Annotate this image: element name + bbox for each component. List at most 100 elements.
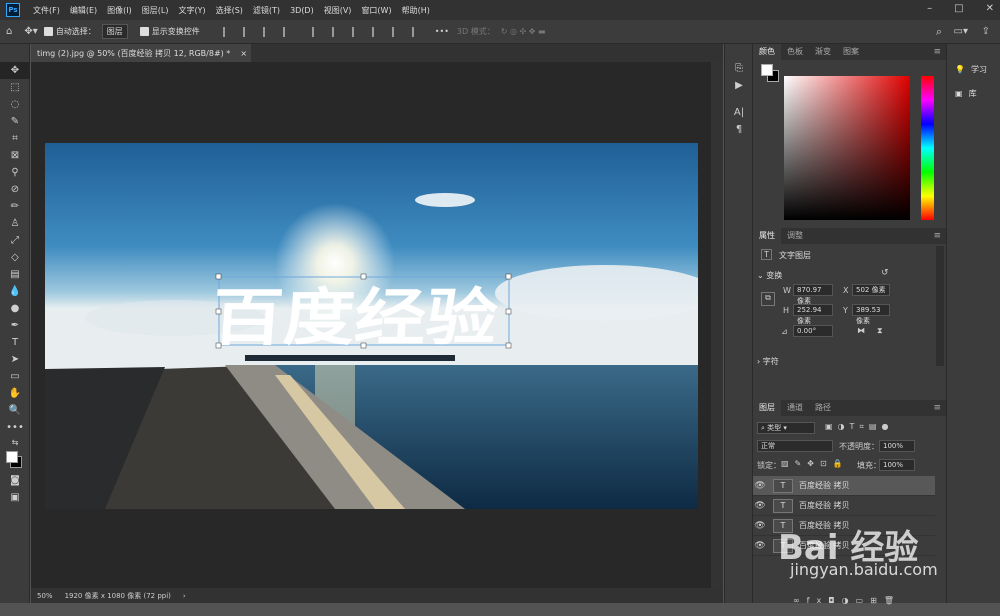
color-swatches[interactable] — [0, 448, 29, 472]
eyedropper-icon[interactable]: ⚲ — [0, 164, 30, 181]
status-menu-arrow[interactable]: › — [177, 592, 192, 600]
menu-image[interactable]: 图像(I) — [102, 5, 137, 16]
more-options-icon[interactable]: ••• — [435, 27, 449, 36]
dodge-tool-icon[interactable]: ● — [0, 300, 30, 317]
flip-horizontal-icon[interactable]: ⧓ — [857, 326, 865, 335]
angle-field[interactable]: 0.00° — [793, 325, 833, 337]
tab-swatches[interactable]: 色板 — [781, 44, 809, 60]
align-center-icon[interactable] — [242, 26, 253, 37]
reset-icon[interactable]: ↺ — [881, 268, 889, 278]
menu-type[interactable]: 文字(Y) — [173, 5, 210, 16]
y-field[interactable]: 389.53 像素 — [852, 304, 890, 325]
eye-icon[interactable]: 👁 — [753, 481, 767, 491]
eraser-tool-icon[interactable]: ◇ — [0, 249, 30, 266]
align-right-icon[interactable] — [262, 26, 273, 37]
menu-filter[interactable]: 滤镜(T) — [248, 5, 285, 16]
panel-menu-icon[interactable]: ≡ — [933, 403, 941, 413]
close-tab-icon[interactable]: × — [240, 49, 247, 58]
fx-icon[interactable]: fx — [807, 596, 829, 605]
new-layer-icon[interactable]: ⊞ — [870, 596, 884, 605]
workspace-icon[interactable]: ▭▾ — [954, 26, 968, 37]
character-panel-icon[interactable]: A| — [725, 104, 753, 121]
distribute-v-icon[interactable] — [371, 26, 382, 37]
auto-select-dropdown[interactable]: 图层 — [101, 24, 128, 39]
adjustment-icon[interactable]: ◑ — [842, 596, 856, 605]
foreground-color-swatch[interactable] — [761, 64, 773, 76]
stamp-tool-icon[interactable]: ♙ — [0, 215, 30, 232]
menu-edit[interactable]: 编辑(E) — [65, 5, 102, 16]
path-select-icon[interactable]: ➤ — [0, 351, 30, 368]
frame-tool-icon[interactable]: ⊠ — [0, 147, 30, 164]
menu-layer[interactable]: 图层(L) — [137, 5, 174, 16]
mask-icon[interactable]: ◘ — [828, 596, 841, 605]
marquee-tool-icon[interactable]: ⬚ — [0, 79, 30, 96]
learn-button[interactable]: 💡 学习 — [947, 60, 1000, 78]
transform-section-header[interactable]: ⌄ 变换 — [757, 270, 782, 281]
distribute-spacing-icon[interactable] — [411, 26, 422, 37]
tab-color[interactable]: 颜色 — [753, 44, 781, 60]
document-tab[interactable]: timg (2).jpg @ 50% (百度经验 拷贝 12, RGB/8#) … — [31, 44, 251, 62]
color-field[interactable] — [784, 76, 910, 220]
opacity-field[interactable]: 100% — [879, 440, 915, 452]
align-left-icon[interactable] — [222, 26, 233, 37]
distribute-icon[interactable] — [282, 26, 293, 37]
home-icon[interactable]: ⌂ — [6, 26, 12, 37]
pen-tool-icon[interactable]: ✒ — [0, 317, 30, 334]
image-canvas[interactable]: 百度经验 — [45, 143, 698, 509]
move-tool-icon[interactable]: ✥ — [0, 62, 30, 79]
3d-orbit-icon[interactable]: ↻ ◎ ✣ ✥ ▬ — [501, 27, 546, 36]
show-transform-checkbox[interactable] — [139, 27, 149, 36]
group-icon[interactable]: ▭ — [856, 596, 871, 605]
quick-mask-icon[interactable]: ◙ — [0, 472, 30, 489]
share-icon[interactable]: ⇪ — [982, 26, 990, 37]
hand-tool-icon[interactable]: ✋ — [0, 385, 30, 402]
move-tool-icon[interactable]: ✥▾ — [24, 26, 37, 37]
actions-panel-icon[interactable]: ▶ — [725, 77, 753, 94]
blur-tool-icon[interactable]: 💧 — [0, 283, 30, 300]
character-section-header[interactable]: › 字符 — [757, 356, 779, 367]
align-bottom-icon[interactable] — [351, 26, 362, 37]
eye-icon[interactable]: 👁 — [753, 541, 767, 551]
eye-icon[interactable]: 👁 — [753, 501, 767, 511]
tab-paths[interactable]: 路径 — [809, 400, 837, 416]
panel-menu-icon[interactable]: ≡ — [933, 47, 941, 57]
tab-adjustments[interactable]: 调整 — [781, 228, 809, 244]
default-colors-icon[interactable]: ⇆ — [0, 436, 30, 448]
tab-properties[interactable]: 属性 — [753, 228, 781, 244]
x-field[interactable]: 502 像素 — [852, 284, 890, 296]
tab-channels[interactable]: 通道 — [781, 400, 809, 416]
layer-filter-dropdown[interactable]: ⌕ 类型 ▾ — [757, 422, 815, 434]
delete-layer-icon[interactable]: 🗑 — [884, 596, 901, 605]
crop-tool-icon[interactable]: ⌗ — [0, 130, 30, 147]
eye-icon[interactable]: 👁 — [753, 521, 767, 531]
edit-toolbar-icon[interactable]: ••• — [0, 419, 30, 436]
tab-gradients[interactable]: 渐变 — [809, 44, 837, 60]
tab-patterns[interactable]: 图案 — [837, 44, 865, 60]
link-dimensions-icon[interactable]: ⧉ — [761, 292, 775, 306]
layer-row[interactable]: 👁 T 百度经验 拷贝 — [753, 476, 935, 496]
tab-layers[interactable]: 图层 — [753, 400, 781, 416]
blend-mode-dropdown[interactable]: 正常 — [757, 440, 833, 452]
menu-view[interactable]: 视图(V) — [319, 5, 357, 16]
history-panel-icon[interactable]: ⎘ — [725, 60, 753, 77]
quick-select-icon[interactable]: ✎ — [0, 113, 30, 130]
minimize-button[interactable]: – — [927, 3, 932, 14]
distribute-h-icon[interactable] — [391, 26, 402, 37]
library-button[interactable]: ▣ 库 — [947, 84, 1000, 102]
healing-brush-icon[interactable]: ⊘ — [0, 181, 30, 198]
paragraph-panel-icon[interactable]: ¶ — [725, 121, 753, 138]
layer-row[interactable]: 👁 T 百度经验 拷贝 — [753, 496, 935, 516]
menu-help[interactable]: 帮助(H) — [397, 5, 435, 16]
history-brush-icon[interactable]: ⤢ — [0, 232, 30, 249]
vertical-scrollbar[interactable] — [711, 62, 723, 588]
filter-icons[interactable]: ▣◑T⌗▤● — [825, 422, 893, 432]
lasso-tool-icon[interactable]: ◌ — [0, 96, 30, 113]
align-middle-icon[interactable] — [331, 26, 342, 37]
auto-select-checkbox[interactable] — [43, 27, 53, 36]
fill-field[interactable]: 100% — [879, 459, 915, 471]
rectangle-tool-icon[interactable]: ▭ — [0, 368, 30, 385]
align-top-icon[interactable] — [311, 26, 322, 37]
menu-3d[interactable]: 3D(D) — [285, 6, 319, 15]
properties-scrollbar[interactable] — [936, 246, 944, 366]
brush-tool-icon[interactable]: ✏ — [0, 198, 30, 215]
